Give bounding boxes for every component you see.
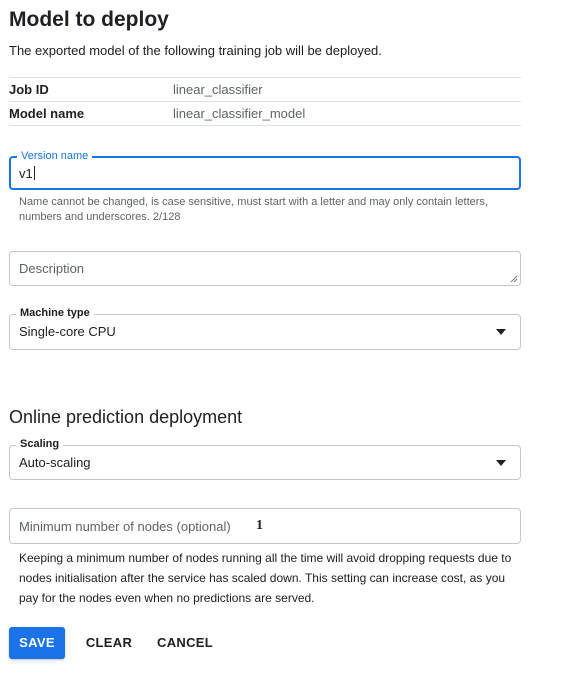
version-name-value: v1 [19,166,33,181]
model-name-value: linear_classifier_model [173,106,306,121]
scaling-value: Auto-scaling [19,455,91,470]
online-prediction-title: Online prediction deployment [9,407,243,427]
resize-handle-icon[interactable] [510,275,518,283]
description-placeholder: Description [19,261,85,276]
clear-button[interactable]: CLEAR [80,627,138,659]
description-field[interactable]: Description [9,251,521,286]
version-name-field[interactable]: Version name v1 [9,150,521,190]
scaling-select[interactable]: Scaling Auto-scaling [9,438,521,480]
model-to-deploy-title: Model to deploy [9,8,169,31]
min-nodes-field[interactable]: Minimum number of nodes (optional) 1 [9,508,521,544]
version-name-input[interactable]: v1 [19,166,35,182]
job-id-label: Job ID [9,82,49,97]
version-name-label: Version name [17,150,93,163]
machine-type-label: Machine type [16,307,94,320]
divider [9,101,521,102]
min-nodes-value: 1 [256,518,263,533]
text-caret [33,166,35,180]
machine-type-select[interactable]: Machine type Single-core CPU [9,307,521,350]
divider [9,125,521,126]
job-id-value: linear_classifier [173,82,263,97]
scaling-label: Scaling [16,438,64,451]
machine-type-value: Single-core CPU [19,324,116,339]
model-to-deploy-intro: The exported model of the following trai… [9,43,382,58]
version-name-hint: Name cannot be changed, is case sensitiv… [19,196,488,223]
min-nodes-placeholder: Minimum number of nodes (optional) [19,519,231,534]
dropdown-arrow-icon [496,459,506,466]
min-nodes-help: Keeping a minimum number of nodes runnin… [19,551,512,605]
model-name-label: Model name [9,106,85,121]
divider [9,77,521,78]
cancel-button[interactable]: CANCEL [152,627,218,659]
save-button[interactable]: SAVE [9,627,65,659]
dropdown-arrow-icon [496,329,506,335]
